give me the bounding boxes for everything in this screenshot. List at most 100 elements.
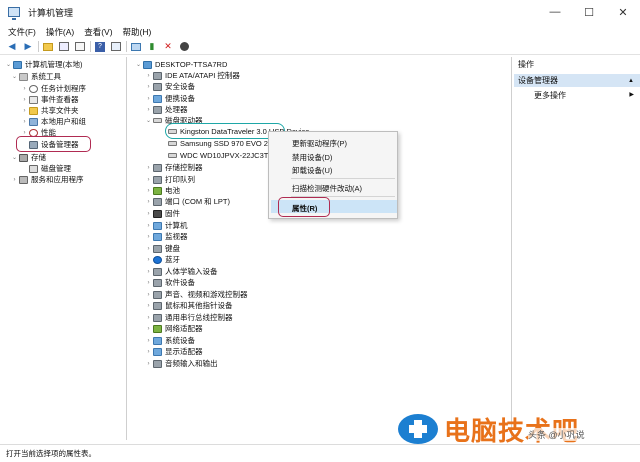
keyboard-icon [153,244,162,253]
category-hid[interactable]: › 人体学输入设备 [145,266,218,277]
tree-label: DESKTOP-TTSA7RD [155,60,228,69]
category-firmware[interactable]: › 固件 [145,208,181,219]
update-driver-icon[interactable]: ▮ [146,41,158,53]
menu-disable-device[interactable]: 禁用设备(D) [292,152,332,163]
tree-label: 本地用户和组 [41,117,86,126]
category-portable[interactable]: › 便携设备 [145,93,196,104]
tree-label: 系统工具 [31,72,61,81]
device-tree-pane: ⌄ DESKTOP-TTSA7RD › IDE ATA/ATAPI 控制器 › 安全… [129,57,512,440]
battery-icon [153,186,162,195]
device-tree-root[interactable]: ⌄ DESKTOP-TTSA7RD [135,59,227,70]
expand-icon: › [147,106,150,113]
more-actions[interactable]: 更多操作 [534,90,566,101]
tree-root[interactable]: ⌄ 计算机管理(本地) [5,59,83,70]
tree-label: 蓝牙 [165,255,180,264]
tree-label: 端口 (COM 和 LPT) [165,197,230,206]
kingston-highlight [165,123,285,139]
tree-services-apps[interactable]: › 服务和应用程序 [11,174,84,185]
menu-action[interactable]: 操作(A) [46,26,74,38]
status-text: 打开当前选择项的属性表。 [6,449,96,458]
menu-uninstall-device[interactable]: 卸载设备(U) [292,165,332,176]
category-battery[interactable]: › 电池 [145,185,181,196]
expand-icon: › [147,164,150,171]
help-icon[interactable]: ? [94,41,106,53]
tree-label: 计算机 [165,221,188,230]
category-sound[interactable]: › 声音、视频和游戏控制器 [145,289,248,300]
display-adapter-icon [153,347,162,356]
menu-update-driver[interactable]: 更新驱动程序(P) [292,138,347,149]
category-print-queue[interactable]: › 打印队列 [145,174,196,185]
expand-icon: › [23,118,26,125]
expand-icon: › [147,198,150,205]
expand-icon: › [147,291,150,298]
actions-section-device-manager[interactable]: 设备管理器 ▲ [514,74,640,87]
maximize-button[interactable]: ☐ [572,0,606,24]
category-software-devices[interactable]: › 软件设备 [145,277,196,288]
disk-drive-icon [153,118,162,123]
tree-label: 打印队列 [165,175,195,184]
menu-help[interactable]: 帮助(H) [123,26,152,38]
category-ports[interactable]: › 端口 (COM 和 LPT) [145,196,231,207]
category-audio-io[interactable]: › 音频输入和输出 [145,358,218,369]
show-tree-icon[interactable] [58,41,70,53]
properties-icon[interactable] [110,41,122,53]
expand-icon: › [147,83,150,90]
up-folder-icon[interactable] [42,41,54,53]
category-display[interactable]: › 显示适配器 [145,346,203,357]
minimize-button[interactable]: — [538,0,572,24]
toolbar-separator [38,41,39,52]
tree-storage[interactable]: ⌄ 存储 [11,152,46,163]
computer-icon [143,60,152,69]
disk-drive-icon [168,141,177,146]
category-computer[interactable]: › 计算机 [145,220,188,231]
processor-icon [153,105,162,114]
forward-icon[interactable]: ▶ [22,41,34,53]
uninstall-icon[interactable]: ✕ [162,41,174,53]
collapse-icon: ⌄ [135,62,142,68]
device-wdc[interactable]: WDC WD10JPVX-22JC3T [167,150,268,161]
tree-label: 鼠标和其他指针设备 [165,301,233,310]
tree-label: 安全设备 [165,82,195,91]
tree-label: 处理器 [165,105,188,114]
storage-controller-icon [153,163,162,172]
tree-task-scheduler[interactable]: › 任务计划程序 [21,83,87,94]
category-monitor[interactable]: › 监视器 [145,231,188,242]
device-samsung[interactable]: Samsung SSD 970 EVO 2 [167,138,268,149]
watermark-credit: 头条 @小巩说 [528,428,585,441]
menu-file[interactable]: 文件(F) [8,26,36,38]
category-mouse[interactable]: › 鼠标和其他指针设备 [145,300,233,311]
export-icon[interactable] [74,41,86,53]
menu-separator [291,178,395,179]
tree-disk-management[interactable]: 磁盘管理 [21,163,71,174]
submenu-arrow-icon: ▶ [629,92,634,98]
expand-icon: › [147,222,150,229]
category-processor[interactable]: › 处理器 [145,104,188,115]
menu-view[interactable]: 查看(V) [84,26,112,38]
category-security[interactable]: › 安全设备 [145,81,196,92]
category-system[interactable]: › 系统设备 [145,335,196,346]
expand-icon: › [147,268,150,275]
actions-section-label: 设备管理器 [518,76,558,85]
category-storage-controllers[interactable]: › 存储控制器 [145,162,203,173]
toolbar-separator [126,41,127,52]
scan-icon[interactable] [130,41,142,53]
category-network[interactable]: › 网络适配器 [145,323,203,334]
menu-bar: 文件(F) 操作(A) 查看(V) 帮助(H) [0,24,640,39]
tree-event-viewer[interactable]: › 事件查看器 [21,94,79,105]
tree-local-users[interactable]: › 本地用户和组 [21,116,87,127]
tree-label: 存储 [31,153,46,162]
expand-icon: › [147,279,150,286]
collapse-icon: ⌄ [11,74,18,80]
tree-system-tools[interactable]: ⌄ 系统工具 [11,71,61,82]
close-button[interactable]: ✕ [606,0,640,24]
tree-shared-folders[interactable]: › 共享文件夹 [21,105,79,116]
category-usb[interactable]: › 通用串行总线控制器 [145,312,233,323]
menu-scan-hardware[interactable]: 扫描检测硬件改动(A) [292,183,362,194]
category-bluetooth[interactable]: › 蓝牙 [145,254,181,265]
category-ide[interactable]: › IDE ATA/ATAPI 控制器 [145,70,240,81]
back-icon[interactable]: ◀ [6,41,18,53]
category-keyboard[interactable]: › 键盘 [145,243,181,254]
tree-label: 事件查看器 [41,95,79,104]
disable-icon[interactable] [178,41,190,53]
expand-icon: › [147,210,150,217]
